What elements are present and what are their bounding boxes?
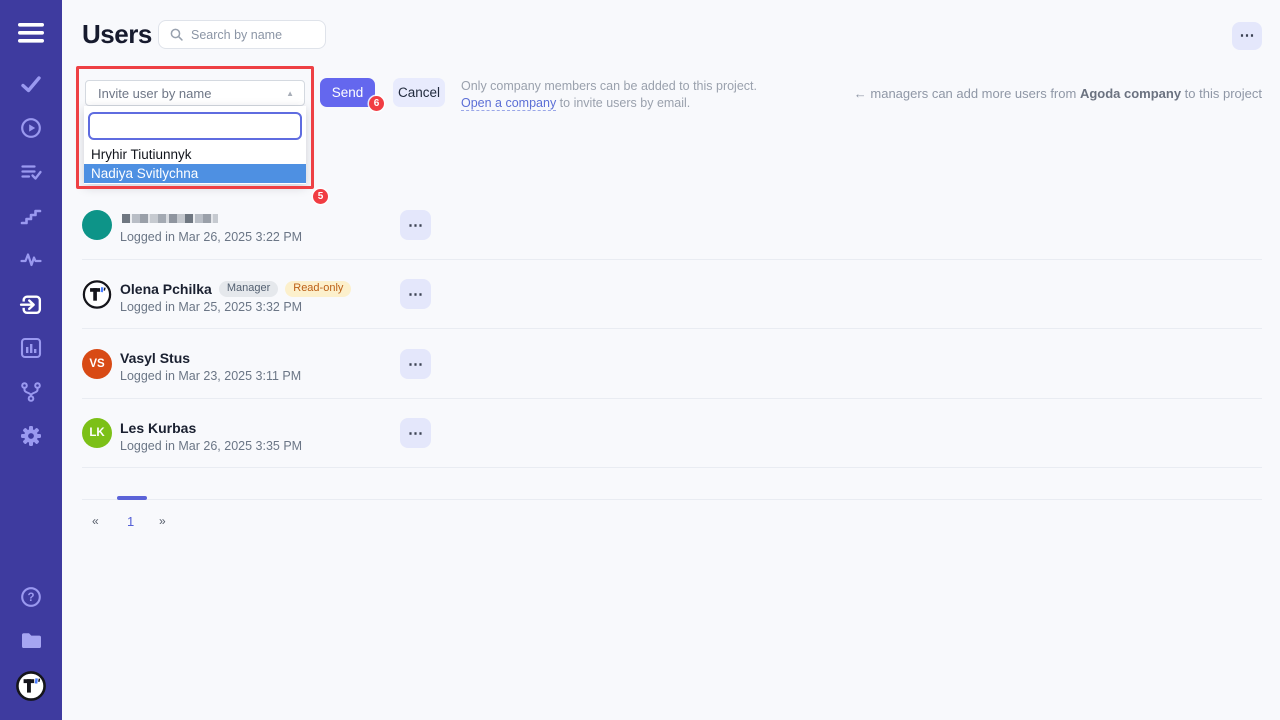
row-menu-button[interactable]: ⋯	[400, 279, 431, 309]
avatar-initials: LK	[89, 427, 104, 439]
manager-note: ← managers can add more users from Agoda…	[842, 86, 1262, 101]
table-row: Logged in Mar 26, 2025 3:22 PM ⋯	[82, 190, 1262, 260]
table-row: LK Les Kurbas Logged in Mar 26, 2025 3:3…	[82, 399, 1262, 469]
logged-in-text: Logged in Mar 25, 2025 3:32 PM	[120, 300, 302, 314]
ellipsis-icon: ⋯	[408, 425, 423, 442]
invite-filter-input[interactable]	[88, 112, 302, 140]
row-menu-button[interactable]: ⋯	[400, 418, 431, 448]
avatar-initials: VS	[89, 358, 104, 370]
manager-note-company: Agoda company	[1080, 86, 1181, 101]
manager-note-prefix: ← managers can add more users from	[854, 86, 1080, 101]
dropdown-option-selected[interactable]: Nadiya Svitlychna	[84, 164, 306, 183]
pagination-divider	[82, 499, 1262, 500]
invite-info-text: Only company members can be added to thi…	[461, 78, 791, 111]
ellipsis-icon: ⋯	[1240, 27, 1255, 44]
avatar: LK	[82, 418, 112, 448]
user-name: Olena Pchilka	[120, 281, 212, 297]
pagination-next[interactable]: »	[159, 514, 166, 528]
user-name-line: Olena Pchilka Manager Read-only	[120, 281, 351, 297]
reports-chart-icon[interactable]	[0, 326, 62, 370]
pagination-active-indicator	[117, 496, 147, 500]
user-name: Les Kurbas	[120, 420, 196, 436]
dropdown-option[interactable]: Hryhir Tiutiunnyk	[84, 145, 306, 164]
ellipsis-icon: ⋯	[408, 217, 423, 234]
play-circle-icon[interactable]	[0, 106, 62, 150]
svg-text:?: ?	[27, 592, 34, 604]
page-title: Users	[82, 19, 152, 50]
invite-user-select[interactable]: Invite user by name ▲	[85, 80, 305, 106]
table-row: VS Vasyl Stus Logged in Mar 23, 2025 3:1…	[82, 329, 1262, 399]
manager-note-suffix: to this project	[1181, 86, 1262, 101]
cancel-button[interactable]: Cancel	[393, 78, 445, 107]
readonly-badge: Read-only	[285, 281, 351, 297]
import-signin-icon[interactable]	[0, 282, 62, 326]
invite-info-line1: Only company members can be added to thi…	[461, 79, 757, 93]
tasks-check-icon[interactable]	[0, 62, 62, 106]
brand-logo-icon[interactable]	[0, 664, 62, 708]
sidebar: ?	[0, 0, 62, 720]
help-icon[interactable]: ?	[0, 575, 62, 619]
avatar: VS	[82, 349, 112, 379]
steps-icon[interactable]	[0, 194, 62, 238]
user-name: Vasyl Stus	[120, 350, 190, 366]
test-list-check-icon[interactable]	[0, 150, 62, 194]
row-menu-button[interactable]: ⋯	[400, 349, 431, 379]
invite-info-line2: to invite users by email.	[556, 96, 690, 110]
hamburger-menu-icon[interactable]	[0, 11, 62, 55]
annotation-badge-5: 5	[313, 189, 328, 204]
table-row: Olena Pchilka Manager Read-only Logged i…	[82, 260, 1262, 330]
caret-up-icon: ▲	[286, 89, 294, 98]
send-button[interactable]: Send	[320, 78, 375, 107]
page-options-button[interactable]: ⋯	[1232, 22, 1262, 50]
pulse-activity-icon[interactable]	[0, 238, 62, 282]
open-company-link[interactable]: Open a company	[461, 96, 556, 111]
logged-in-text: Logged in Mar 23, 2025 3:11 PM	[120, 369, 301, 383]
app-root: ? Users ⋯ Invite user by name ▲ Hryhir T…	[0, 0, 1280, 720]
pagination-page-1[interactable]: 1	[127, 514, 134, 529]
ellipsis-icon: ⋯	[408, 356, 423, 373]
avatar-logo	[82, 279, 112, 309]
branch-fork-icon[interactable]	[0, 370, 62, 414]
search-input[interactable]	[191, 28, 311, 42]
search-icon	[169, 27, 184, 42]
settings-gear-icon[interactable]	[0, 414, 62, 458]
role-badge: Manager	[219, 281, 278, 297]
avatar	[82, 210, 112, 240]
ellipsis-icon: ⋯	[408, 286, 423, 303]
pagination-prev[interactable]: «	[92, 514, 99, 528]
logged-in-text: Logged in Mar 26, 2025 3:22 PM	[120, 230, 302, 244]
invite-select-placeholder: Invite user by name	[98, 86, 211, 101]
logged-in-text: Logged in Mar 26, 2025 3:35 PM	[120, 439, 302, 453]
invite-dropdown-panel: Hryhir Tiutiunnyk Nadiya Svitlychna	[84, 106, 306, 184]
row-menu-button[interactable]: ⋯	[400, 210, 431, 240]
projects-folder-icon[interactable]	[0, 619, 62, 663]
redacted-name	[122, 214, 218, 223]
annotation-badge-6: 6	[369, 96, 384, 111]
user-search[interactable]	[158, 20, 326, 49]
